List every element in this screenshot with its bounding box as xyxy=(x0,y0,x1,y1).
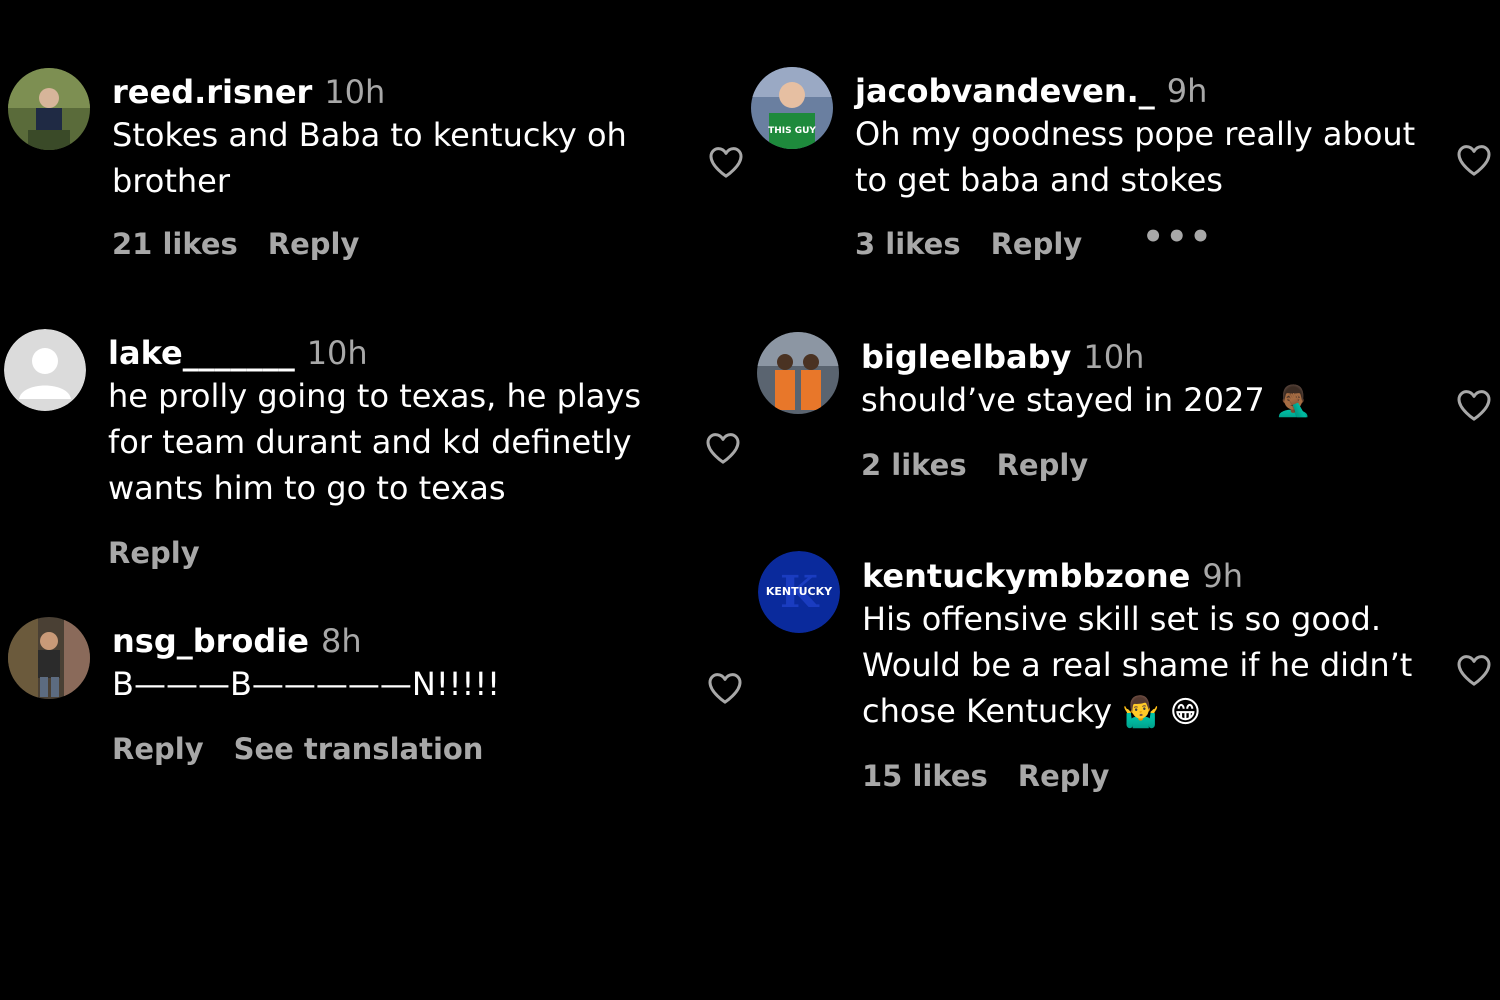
avatar[interactable] xyxy=(757,332,839,414)
comment-text-line: Stokes and Baba to kentucky oh xyxy=(112,116,627,154)
heart-icon[interactable] xyxy=(703,428,743,468)
reply-button[interactable]: Reply xyxy=(997,448,1089,482)
username[interactable]: reed.risner xyxy=(112,73,312,111)
avatar[interactable] xyxy=(8,617,90,699)
likes-count[interactable]: 3 likes xyxy=(855,227,961,261)
likes-count[interactable]: 15 likes xyxy=(862,759,988,793)
heart-icon[interactable] xyxy=(1454,140,1494,180)
heart-icon[interactable] xyxy=(1454,650,1494,690)
timestamp: 10h xyxy=(1083,338,1145,376)
timestamp: 10h xyxy=(324,73,386,111)
see-translation-button[interactable]: See translation xyxy=(234,732,484,766)
shrug-emoji: 🤷‍♂️ xyxy=(1122,695,1160,730)
avatar-logo-text: KENTUCKY xyxy=(766,585,833,598)
comment-text-line: should’ve stayed in 2027 xyxy=(861,381,1265,419)
likes-count[interactable]: 2 likes xyxy=(861,448,967,482)
heart-icon[interactable] xyxy=(1454,385,1494,425)
reply-button[interactable]: Reply xyxy=(1018,759,1110,793)
comment-text-line: His offensive skill set is so good. xyxy=(862,600,1381,638)
comment-text-line: to get baba and stokes xyxy=(855,161,1223,199)
username[interactable]: lake_______ xyxy=(108,334,295,372)
reply-button[interactable]: Reply xyxy=(112,732,204,766)
comment-text-line: B———B—————N!!!!! xyxy=(112,665,500,703)
heart-icon[interactable] xyxy=(705,668,745,708)
grin-emoji: 😁 xyxy=(1169,695,1202,730)
avatar[interactable]: THIS GUY xyxy=(751,67,833,149)
comment-text-line: Oh my goodness pope really about xyxy=(855,115,1416,153)
more-options-icon[interactable]: ••• xyxy=(1142,217,1213,257)
heart-icon[interactable] xyxy=(706,142,746,182)
facepalm-emoji: 🤦🏾‍♂️ xyxy=(1274,384,1313,419)
username[interactable]: nsg_brodie xyxy=(112,622,309,660)
timestamp: 9h xyxy=(1202,557,1243,595)
comment-text-line: wants him to go to texas xyxy=(108,469,506,507)
reply-button[interactable]: Reply xyxy=(108,536,200,570)
reply-button[interactable]: Reply xyxy=(991,227,1083,261)
comment-text-line: chose Kentucky xyxy=(862,692,1113,730)
likes-count[interactable]: 21 likes xyxy=(112,227,238,261)
comment-text-line: he prolly going to texas, he plays xyxy=(108,377,642,415)
comment-text-line: Would be a real shame if he didn’t xyxy=(862,646,1413,684)
username[interactable]: jacobvandeven._ xyxy=(855,72,1155,110)
username[interactable]: kentuckymbbzone xyxy=(862,557,1190,595)
timestamp: 9h xyxy=(1166,72,1208,110)
reply-button[interactable]: Reply xyxy=(268,227,360,261)
timestamp: 10h xyxy=(306,334,368,372)
comment-text-line: for team durant and kd definetly xyxy=(108,423,632,461)
svg-text:THIS GUY: THIS GUY xyxy=(768,126,816,136)
username[interactable]: bigleelbaby xyxy=(861,338,1071,376)
avatar[interactable]: K KENTUCKY xyxy=(758,551,840,633)
comment-text-line: brother xyxy=(112,162,231,200)
avatar[interactable] xyxy=(4,329,86,411)
timestamp: 8h xyxy=(320,622,362,660)
avatar[interactable] xyxy=(8,68,90,150)
